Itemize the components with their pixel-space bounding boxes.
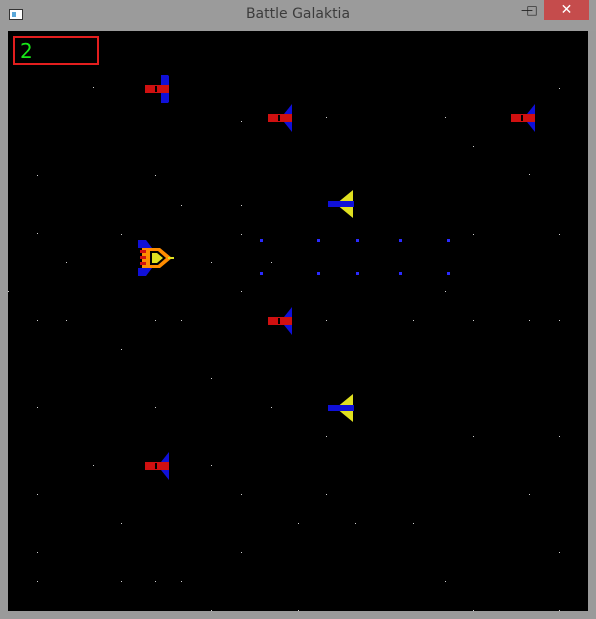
player-ship[interactable] [138,240,174,276]
enemy-fighter [328,394,354,422]
enemy-fighter [328,190,354,218]
game-canvas[interactable] [8,31,588,611]
title-bar[interactable]: Battle Galaktia — □ ✕ [0,0,596,31]
bullet-grid [260,239,450,275]
score-display: 2 [13,36,99,65]
maximize-icon: □ [526,3,538,17]
window-title: Battle Galaktia [245,6,351,22]
maximize-button[interactable]: □ [518,0,546,20]
game-window: Battle Galaktia — □ ✕ 2 [0,0,596,619]
game-scene [8,75,560,611]
starfield [8,87,560,611]
close-icon: ✕ [560,2,573,18]
enemy-ship [511,104,535,132]
score-value: 2 [20,39,33,63]
enemy-ship [268,307,292,335]
enemy-ship [268,104,292,132]
close-button[interactable]: ✕ [544,0,589,20]
enemy-ship [145,75,169,103]
enemy-ship [145,452,169,480]
